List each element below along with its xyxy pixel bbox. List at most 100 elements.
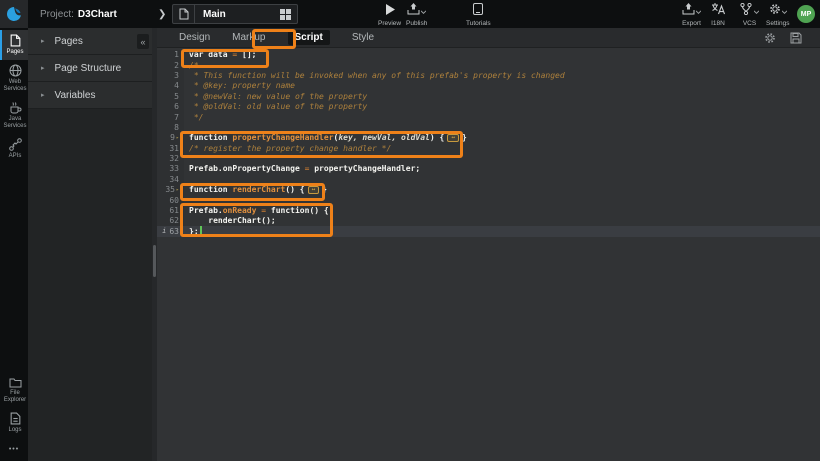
code-line-6[interactable]: 6 * @oldVal: old value of the property (157, 101, 820, 111)
code-line-7[interactable]: 7 */ (157, 112, 820, 122)
expander-triangle-icon: ▸ (41, 91, 45, 99)
line-text: }; (184, 226, 202, 236)
line-number[interactable]: 33 (157, 164, 184, 174)
folded-code-icon[interactable]: ↔ (308, 186, 320, 194)
preview-button[interactable]: Preview (378, 2, 401, 27)
line-number[interactable]: 7 (157, 112, 184, 122)
line-number[interactable]: 62 (157, 216, 184, 226)
rail-item-apis[interactable]: APIs (0, 134, 28, 164)
code-line-62[interactable]: 62 renderChart(); (157, 216, 820, 226)
tab-script[interactable]: Script (288, 30, 330, 45)
export-button[interactable]: Export (682, 2, 701, 27)
line-text: function renderChart() {↔} (184, 185, 327, 194)
line-number[interactable]: 2 (157, 60, 184, 70)
line-number[interactable]: 3 (157, 70, 184, 80)
code-line-31[interactable]: 31/* register the property change handle… (157, 143, 820, 153)
user-avatar[interactable]: MP (797, 5, 815, 23)
line-number[interactable]: 61 (157, 205, 184, 215)
code-line-60[interactable]: 60 (157, 195, 820, 205)
line-text: function propertyChangeHandler(key, newV… (184, 133, 467, 142)
code-token: renderChart (232, 185, 285, 194)
left-icon-rail: Pages Web Services Java Services APIs Fi… (0, 28, 28, 461)
accordion-label: Variables (55, 90, 96, 101)
code-line-32[interactable]: 32 (157, 153, 820, 163)
grid-layout-icon[interactable] (280, 9, 291, 20)
code-line-2[interactable]: 2/* (157, 60, 820, 70)
line-text: /* (184, 61, 199, 70)
code-lines: 1var data = [];2/*3 * This function will… (157, 50, 820, 237)
accordion-section-variables[interactable]: ▸ Variables (28, 82, 152, 109)
line-number[interactable]: 35▸ (157, 185, 184, 195)
line-text: * @newVal: new value of the property (184, 92, 367, 101)
line-number[interactable]: 8 (157, 122, 184, 132)
i18n-button[interactable]: I18N (711, 2, 725, 27)
code-token: key, newVal, oldVal (338, 133, 430, 142)
settings-button[interactable]: Settings (766, 2, 790, 27)
code-token: function (189, 185, 232, 194)
code-line-34[interactable]: 34 (157, 174, 820, 184)
code-line-8[interactable]: 8 (157, 122, 820, 132)
scrollbar-thumb[interactable] (153, 245, 156, 277)
code-token: []; (237, 50, 256, 59)
line-number[interactable]: 4 (157, 81, 184, 91)
fold-arrow-icon[interactable]: ▸ (176, 135, 179, 141)
save-icon[interactable] (790, 32, 802, 44)
rail-item-logs[interactable]: Logs (0, 408, 28, 438)
code-line-3[interactable]: 3 * This function will be invoked when a… (157, 70, 820, 80)
web-services-globe-icon (9, 64, 22, 77)
line-number[interactable]: 60 (157, 195, 184, 205)
line-text: renderChart(); (184, 216, 276, 225)
line-number[interactable]: 9▸ (157, 133, 184, 143)
code-line-33[interactable]: 33Prefab.onPropertyChange = propertyChan… (157, 164, 820, 174)
tab-design[interactable]: Design (179, 32, 210, 43)
tab-style[interactable]: Style (352, 32, 374, 43)
line-number[interactable]: 34 (157, 174, 184, 184)
code-token: * @key: property name (189, 81, 295, 90)
line-number[interactable]: 5 (157, 91, 184, 101)
settings-gear-icon (769, 2, 787, 15)
code-token: * @newVal: new value of the property (189, 92, 367, 101)
line-text: /* register the property change handler … (184, 144, 391, 153)
line-number[interactable]: 6 (157, 101, 184, 111)
code-line-4[interactable]: 4 * @key: property name (157, 81, 820, 91)
line-number[interactable]: 31 (157, 143, 184, 153)
accordion-section-pages[interactable]: ▸ Pages « (28, 28, 152, 55)
chevron-down-icon (421, 10, 426, 15)
publish-button[interactable]: Publish (406, 2, 427, 27)
app-logo[interactable] (0, 0, 28, 28)
folded-code-icon[interactable]: ↔ (447, 134, 459, 142)
code-line-5[interactable]: 5 * @newVal: new value of the property (157, 91, 820, 101)
rail-item-file-explorer[interactable]: File Explorer (0, 373, 28, 408)
vcs-button[interactable]: VCS (740, 2, 759, 27)
code-line-1[interactable]: 1var data = []; (157, 50, 820, 60)
page-tab-main[interactable]: Main (172, 4, 298, 24)
line-number[interactable]: 32 (157, 153, 184, 163)
more-options-icon[interactable]: ••• (0, 446, 28, 453)
script-editor[interactable]: 1var data = [];2/*3 * This function will… (157, 48, 820, 461)
tab-markup[interactable]: Markup (232, 32, 265, 43)
code-token: onReady (223, 206, 257, 215)
expander-triangle-icon: ▸ (41, 64, 45, 72)
code-line-35[interactable]: 35▸function renderChart() {↔} (157, 185, 820, 195)
line-number[interactable]: i63 (157, 226, 184, 236)
accordion-section-page-structure[interactable]: ▸ Page Structure (28, 55, 152, 82)
i18n-translate-icon (711, 2, 725, 15)
panel-scrollbar[interactable] (152, 28, 157, 461)
rail-item-pages[interactable]: Pages (0, 30, 28, 60)
tutorials-button[interactable]: Tutorials (466, 2, 491, 27)
tutorials-label: Tutorials (466, 20, 491, 27)
code-line-9[interactable]: 9▸function propertyChangeHandler(key, ne… (157, 133, 820, 143)
code-token: * @oldVal: old value of the property (189, 102, 367, 111)
collapse-panel-button[interactable]: « (137, 34, 149, 49)
fold-arrow-icon[interactable]: ▸ (176, 187, 179, 193)
code-line-61[interactable]: 61Prefab.onReady = function() { (157, 205, 820, 215)
code-token: propertyChangeHandler (232, 133, 333, 142)
code-line-63[interactable]: i63}; (157, 226, 820, 236)
preview-label: Preview (378, 20, 401, 27)
rail-item-web-services[interactable]: Web Services (0, 60, 28, 97)
line-number[interactable]: 1 (157, 50, 184, 60)
script-settings-gear-icon[interactable] (764, 32, 776, 44)
wavemaker-logo-icon (6, 6, 22, 22)
code-token: function() { (266, 206, 329, 215)
rail-item-java-services[interactable]: Java Services (0, 97, 28, 134)
